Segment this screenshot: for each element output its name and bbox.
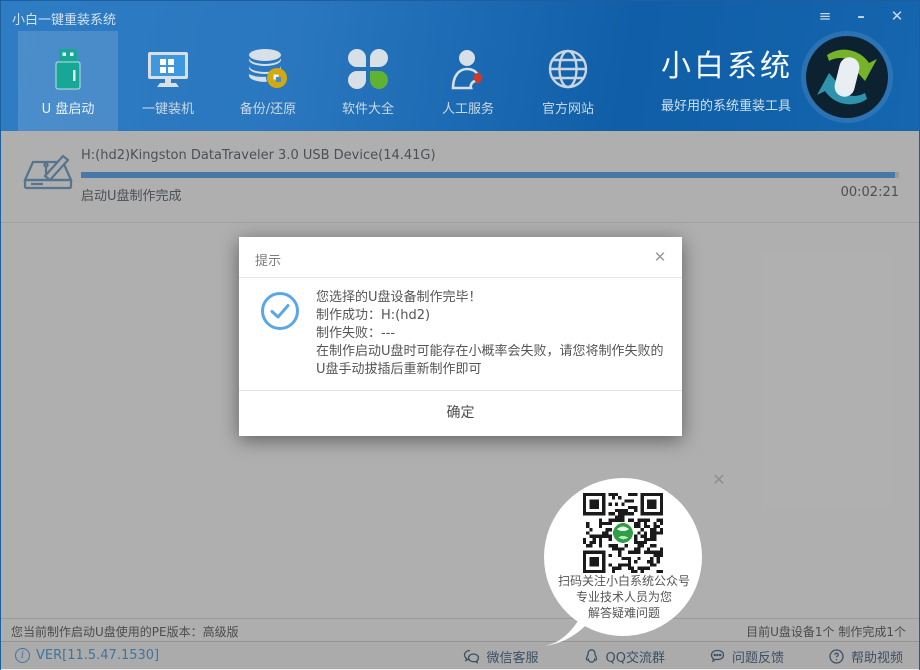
- qr-code: [583, 493, 663, 573]
- nav-label: 官方网站: [542, 98, 594, 117]
- nav-item-backup-restore[interactable]: 备份/还原: [218, 31, 318, 131]
- nav-item-usb-boot[interactable]: U 盘启动: [18, 31, 118, 131]
- monitor-icon: [145, 46, 191, 92]
- dialog-title: 提示: [255, 250, 281, 269]
- qr-caption-line: 解答疑难问题: [539, 605, 709, 621]
- qr-caption-line: 专业技术人员为您: [539, 589, 709, 605]
- nav-label: 备份/还原: [240, 98, 296, 117]
- qr-bubble: 扫码关注小白系统公众号 专业技术人员为您 解答疑难问题: [539, 469, 717, 653]
- close-icon[interactable]: ✕: [887, 7, 907, 25]
- qr-caption-line: 扫码关注小白系统公众号: [539, 573, 709, 589]
- dialog-close-icon[interactable]: ✕: [651, 248, 669, 266]
- support-person-icon: [445, 46, 491, 92]
- ok-button[interactable]: 确定: [407, 391, 515, 436]
- nav-label: 软件大全: [342, 98, 394, 117]
- dialog-body: 您选择的U盘设备制作完毕！ 制作成功：H:(hd2) 制作失败：--- 在制作启…: [239, 278, 682, 390]
- dialog-footer: 确定: [239, 390, 682, 435]
- qr-caption: 扫码关注小白系统公众号 专业技术人员为您 解答疑难问题: [539, 573, 709, 621]
- dialog-message: 您选择的U盘设备制作完毕！ 制作成功：H:(hd2) 制作失败：--- 在制作启…: [316, 289, 668, 379]
- usb-drive-icon: [45, 46, 91, 92]
- nav-item-software[interactable]: 软件大全: [318, 31, 418, 131]
- window-title: 小白一键重装系统: [12, 9, 116, 28]
- main-nav: U 盘启动 一键装机: [18, 31, 618, 131]
- qr-bubble-close-icon[interactable]: ✕: [709, 470, 729, 490]
- brand-name: 小白系统: [661, 41, 793, 85]
- brand-tagline: 最好用的系统重装工具: [661, 95, 793, 114]
- header: 小白一键重装系统 ≡ – ✕ U 盘启动: [1, 1, 919, 131]
- nav-item-website[interactable]: 官方网站: [518, 31, 618, 131]
- titlebar: 小白一键重装系统 ≡ – ✕: [1, 1, 919, 31]
- nav-label: U 盘启动: [42, 98, 95, 117]
- globe-icon: [545, 46, 591, 92]
- menu-icon[interactable]: ≡: [815, 7, 835, 25]
- dialog-line: 制作失败：---: [316, 325, 668, 343]
- nav-item-one-key-install[interactable]: 一键装机: [118, 31, 218, 131]
- dialog-line: 在制作启动U盘时可能存在小概率会失败，请您将制作失败的U盘手动拔插后重新制作即可: [316, 343, 668, 379]
- window-controls: ≡ – ✕: [815, 7, 907, 25]
- nav-label: 人工服务: [442, 98, 494, 117]
- prompt-dialog: 提示 ✕ 您选择的U盘设备制作完毕！ 制作成功：H:(hd2) 制作失败：---…: [239, 237, 682, 436]
- app-window: 小白一键重装系统 ≡ – ✕ U 盘启动: [0, 0, 920, 670]
- brand-logo-icon: [799, 29, 895, 125]
- brand: 小白系统 最好用的系统重装工具: [661, 41, 793, 114]
- nav-label: 一键装机: [142, 98, 194, 117]
- dialog-line: 您选择的U盘设备制作完毕！: [316, 289, 668, 307]
- success-check-icon: [260, 291, 300, 331]
- nav-item-support[interactable]: 人工服务: [418, 31, 518, 131]
- dialog-title-row: 提示 ✕: [239, 237, 682, 278]
- backup-restore-icon: [245, 46, 291, 92]
- minimize-icon[interactable]: –: [851, 7, 871, 25]
- dialog-line: 制作成功：H:(hd2): [316, 307, 668, 325]
- software-grid-icon: [345, 46, 391, 92]
